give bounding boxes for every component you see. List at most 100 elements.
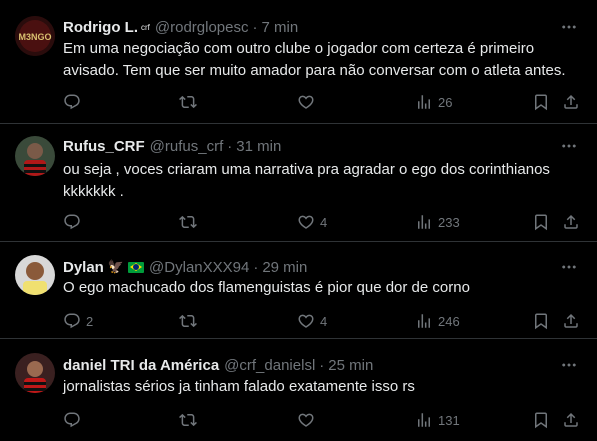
avatar-image <box>15 255 55 295</box>
tweet-actions: 4 233 <box>63 212 583 232</box>
retweet-icon <box>179 411 197 429</box>
share-button[interactable] <box>562 410 580 430</box>
share-button[interactable] <box>562 212 580 232</box>
bookmark-icon <box>532 411 550 429</box>
reply-button[interactable]: 2 <box>63 311 93 331</box>
like-button[interactable]: 4 <box>297 311 327 331</box>
reply-icon <box>63 312 81 330</box>
tweet[interactable]: M3NGO Rodrigo L. crf @rodrglopesc · 7 mi… <box>0 0 597 124</box>
avatar-image: M3NGO <box>15 16 55 56</box>
avatar[interactable]: M3NGO <box>15 16 55 56</box>
bookmark-button[interactable] <box>532 410 550 430</box>
timestamp[interactable]: 29 min <box>262 259 307 276</box>
display-name[interactable]: Rufus_CRF <box>63 138 145 155</box>
views-button[interactable]: 26 <box>415 92 452 112</box>
brazil-flag-icon <box>128 261 145 273</box>
more-button[interactable] <box>559 257 579 277</box>
retweet-icon <box>179 213 197 231</box>
more-button[interactable] <box>559 136 579 156</box>
more-icon <box>560 258 578 276</box>
like-count: 4 <box>320 214 328 230</box>
like-count: 4 <box>320 313 328 329</box>
display-name[interactable]: Dylan <box>63 259 104 276</box>
name-badge: crf <box>141 22 150 32</box>
like-button[interactable]: 4 <box>297 212 327 232</box>
timestamp[interactable]: 25 min <box>328 357 373 374</box>
bookmark-icon <box>532 213 550 231</box>
tweet-header: Dylan 🦅 @DylanXXX94 · 29 min <box>63 257 307 277</box>
bookmark-icon <box>532 93 550 111</box>
heart-icon <box>297 213 315 231</box>
share-button[interactable] <box>562 311 580 331</box>
view-count: 233 <box>438 214 460 230</box>
tweet-header: Rodrigo L. crf @rodrglopesc · 7 min <box>63 17 298 37</box>
bookmark-button[interactable] <box>532 92 550 112</box>
separator: · <box>227 137 233 155</box>
views-icon <box>415 93 433 111</box>
reply-button[interactable] <box>63 410 86 430</box>
reply-icon <box>63 93 81 111</box>
reply-button[interactable] <box>63 92 86 112</box>
view-count: 131 <box>438 412 460 428</box>
avatar[interactable] <box>15 255 55 295</box>
share-icon <box>562 93 580 111</box>
tweet-header: daniel TRI da América @crf_danielsl · 25… <box>63 355 373 375</box>
bookmark-button[interactable] <box>532 212 550 232</box>
reply-count: 2 <box>86 313 94 329</box>
tweet-actions: 26 <box>63 92 583 112</box>
retweet-button[interactable] <box>179 212 202 232</box>
more-icon <box>560 18 578 36</box>
avatar[interactable] <box>15 136 55 176</box>
views-button[interactable]: 131 <box>415 410 460 430</box>
retweet-button[interactable] <box>179 92 202 112</box>
eagle-emoji: 🦅 <box>107 259 125 274</box>
reply-icon <box>63 213 81 231</box>
display-name[interactable]: daniel TRI da América <box>63 357 219 374</box>
handle[interactable]: @DylanXXX94 <box>149 259 249 276</box>
view-count: 246 <box>438 313 460 329</box>
more-icon <box>560 356 578 374</box>
tweet-text: Em uma negociação com outro clube o joga… <box>63 40 566 79</box>
like-button[interactable] <box>297 92 320 112</box>
reply-icon <box>63 411 81 429</box>
tweet-actions: 2 4 246 <box>63 311 583 331</box>
views-button[interactable]: 246 <box>415 311 460 331</box>
avatar-image <box>15 136 55 176</box>
bookmark-button[interactable] <box>532 311 550 331</box>
views-icon <box>415 213 433 231</box>
retweet-button[interactable] <box>179 410 202 430</box>
heart-icon <box>297 93 315 111</box>
tweet-text: jornalistas sérios ja tinham falado exat… <box>63 378 415 395</box>
separator: · <box>253 258 259 276</box>
share-button[interactable] <box>562 92 580 112</box>
display-name[interactable]: Rodrigo L. <box>63 19 138 36</box>
avatar-text: M3NGO <box>18 32 51 42</box>
handle[interactable]: @rufus_crf <box>150 138 224 155</box>
more-button[interactable] <box>559 17 579 37</box>
handle[interactable]: @crf_danielsl <box>224 357 315 374</box>
timestamp[interactable]: 7 min <box>262 19 299 36</box>
handle[interactable]: @rodrglopesc <box>155 19 249 36</box>
tweet-text: O ego machucado dos flamenguistas é pior… <box>63 279 470 296</box>
heart-icon <box>297 312 315 330</box>
retweet-button[interactable] <box>179 311 202 331</box>
separator: · <box>319 356 325 374</box>
tweet[interactable]: daniel TRI da América @crf_danielsl · 25… <box>0 339 597 441</box>
tweet-text: ou seja , voces criaram uma narrativa pr… <box>63 161 550 200</box>
reply-button[interactable] <box>63 212 86 232</box>
tweet[interactable]: Rufus_CRF @rufus_crf · 31 min ou seja , … <box>0 124 597 242</box>
tweet-header: Rufus_CRF @rufus_crf · 31 min <box>63 136 281 156</box>
share-icon <box>562 213 580 231</box>
separator: · <box>252 18 258 36</box>
views-button[interactable]: 233 <box>415 212 460 232</box>
bookmark-icon <box>532 312 550 330</box>
views-icon <box>415 411 433 429</box>
heart-icon <box>297 411 315 429</box>
more-button[interactable] <box>559 355 579 375</box>
like-button[interactable] <box>297 410 320 430</box>
timestamp[interactable]: 31 min <box>236 138 281 155</box>
tweet-actions: 131 <box>63 410 583 430</box>
retweet-icon <box>179 312 197 330</box>
avatar[interactable] <box>15 353 55 393</box>
tweet[interactable]: Dylan 🦅 @DylanXXX94 · 29 min O ego machu… <box>0 242 597 339</box>
